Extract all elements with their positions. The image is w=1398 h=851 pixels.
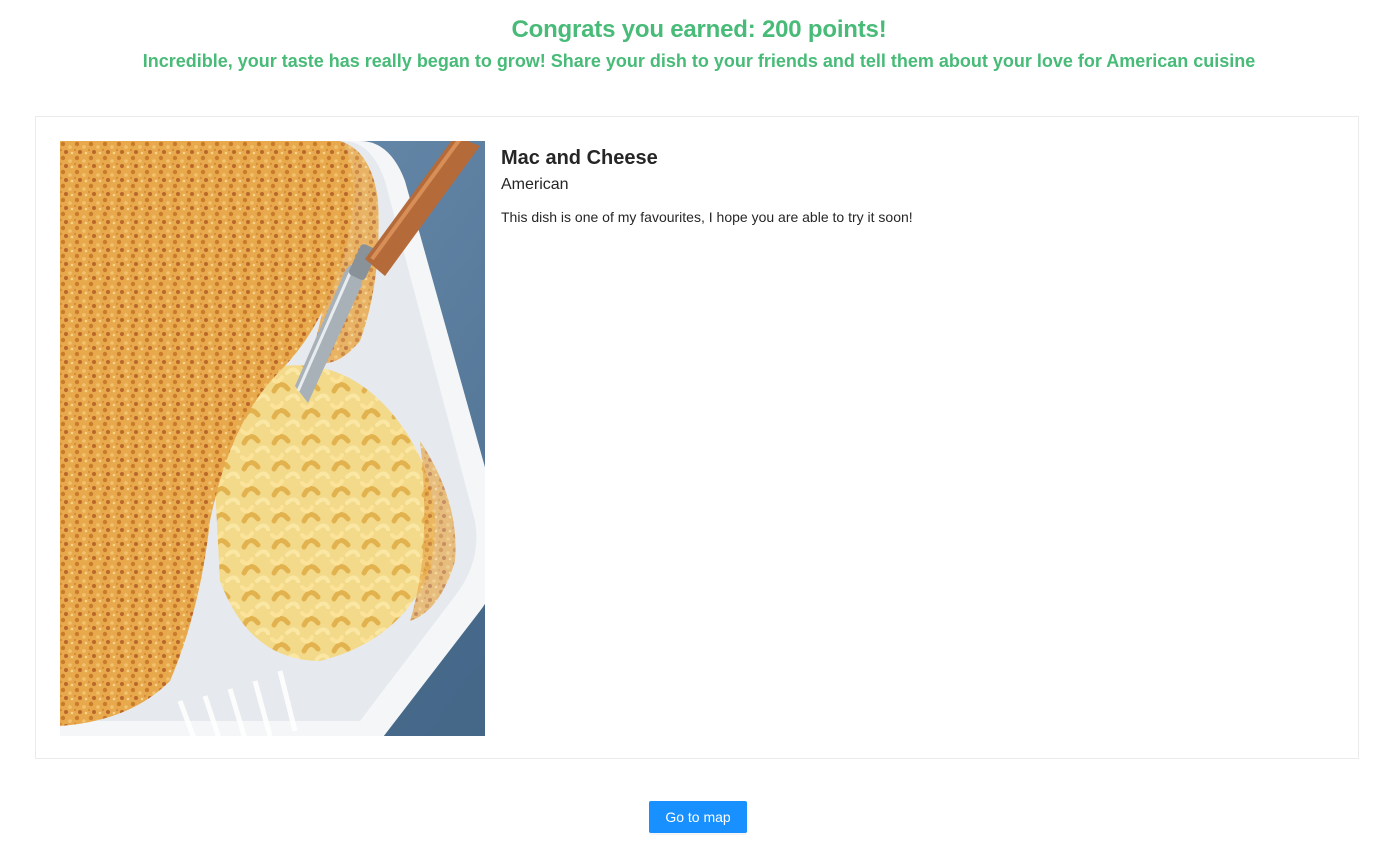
dish-name: Mac and Cheese: [501, 147, 658, 169]
congrats-subtitle: Incredible, your taste has really began …: [142, 51, 1256, 71]
congrats-header: Congrats you earned: 200 points! Incredi…: [0, 14, 1398, 75]
dish-cuisine: American: [501, 176, 569, 193]
go-to-map-button[interactable]: Go to map: [649, 801, 747, 833]
dish-description: This dish is one of my favourites, I hop…: [501, 209, 913, 225]
dish-info: Mac and Cheese American This dish is one…: [501, 144, 1338, 227]
mac-and-cheese-photo: [60, 141, 485, 736]
dish-photo: [60, 141, 485, 736]
dish-card: Mac and Cheese American This dish is one…: [35, 116, 1359, 759]
points-title: Congrats you earned: 200 points!: [511, 16, 887, 43]
